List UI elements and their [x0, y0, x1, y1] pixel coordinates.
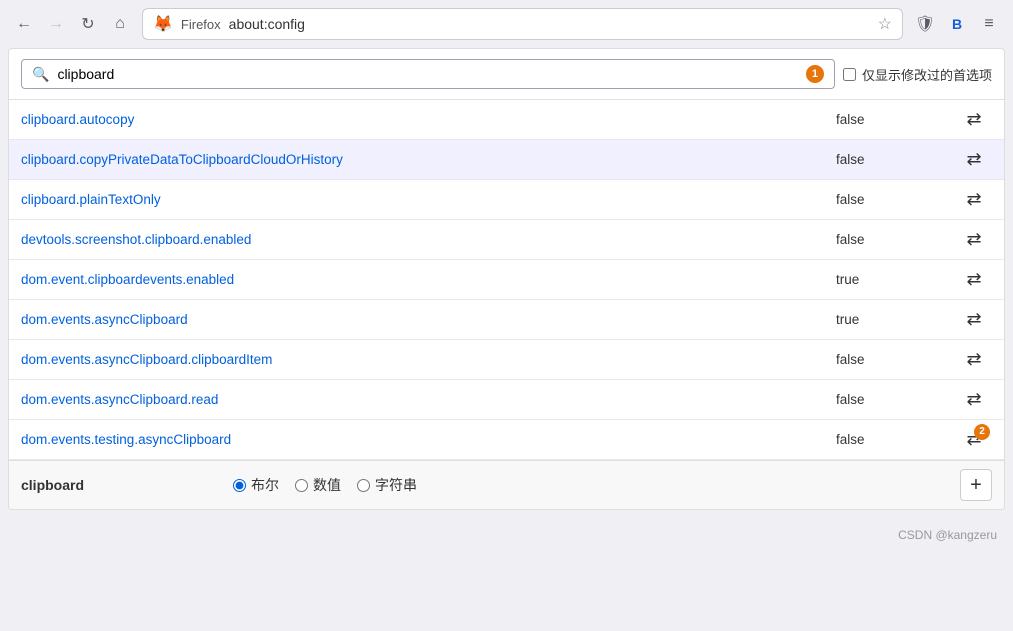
address-bar[interactable]: 🦊 Firefox about:config ☆ — [142, 8, 903, 40]
table-row[interactable]: dom.events.asyncClipboard.read false ⇄ — [9, 380, 1004, 420]
toggle-icon: ⇄ — [966, 229, 981, 250]
watermark-text: CSDN @kangzeru — [898, 528, 997, 542]
pref-value: true — [836, 312, 956, 327]
radio-bool-label: 布尔 — [251, 475, 279, 495]
radio-string[interactable] — [357, 479, 370, 492]
browser-toolbar: ← → ↻ ⌂ 🦊 Firefox about:config ☆ 🛡 B ≡ — [0, 0, 1013, 48]
table-row[interactable]: dom.events.testing.asyncClipboard false … — [9, 420, 1004, 460]
toggle-button[interactable]: ⇄ — [956, 302, 992, 338]
menu-button[interactable]: ≡ — [975, 10, 1003, 38]
table-row[interactable]: dom.event.clipboardevents.enabled true ⇄ — [9, 260, 1004, 300]
radio-number[interactable] — [295, 479, 308, 492]
toggle-button[interactable]: ⇄ — [956, 262, 992, 298]
table-row[interactable]: dom.events.asyncClipboard.clipboardItem … — [9, 340, 1004, 380]
pref-name: clipboard.autocopy — [21, 102, 836, 137]
toggle-button[interactable]: ⇄ — [956, 142, 992, 178]
toggle-icon: ⇄ — [966, 389, 981, 410]
pref-name: clipboard.plainTextOnly — [21, 182, 836, 217]
back-button[interactable]: ← — [10, 10, 38, 38]
filter-checkbox[interactable] — [843, 68, 856, 81]
shield-button[interactable]: 🛡 — [911, 10, 939, 38]
search-input-wrapper: 🔍 1 — [21, 59, 835, 89]
toggle-icon: ⇄ — [966, 349, 981, 370]
page-content: 🔍 1 仅显示修改过的首选项 clipboard.autocopy false … — [8, 48, 1005, 510]
radio-bool[interactable] — [233, 479, 246, 492]
pref-value: false — [836, 352, 956, 367]
table-row[interactable]: devtools.screenshot.clipboard.enabled fa… — [9, 220, 1004, 260]
bitwarden-button[interactable]: B — [943, 10, 971, 38]
pref-value: false — [836, 192, 956, 207]
table-row[interactable]: clipboard.copyPrivateDataToClipboardClou… — [9, 140, 1004, 180]
pref-name: dom.events.asyncClipboard.read — [21, 382, 836, 417]
pref-value: false — [836, 232, 956, 247]
nav-buttons: ← → ↻ ⌂ — [10, 10, 134, 38]
pref-name: dom.event.clipboardevents.enabled — [21, 262, 836, 297]
filter-label[interactable]: 仅显示修改过的首选项 — [862, 65, 992, 84]
toggle-button[interactable]: ⇄ — [956, 382, 992, 418]
add-pref-name-label: clipboard — [21, 477, 221, 493]
pref-value: false — [836, 152, 956, 167]
search-icon: 🔍 — [32, 66, 49, 83]
radio-string-label: 字符串 — [375, 475, 417, 495]
pref-name: dom.events.asyncClipboard — [21, 302, 836, 337]
toggle-button[interactable]: ⇄ — [956, 222, 992, 258]
pref-value: false — [836, 112, 956, 127]
search-input[interactable] — [57, 66, 798, 82]
table-row[interactable]: clipboard.autocopy false ⇄ — [9, 100, 1004, 140]
pref-value: false — [836, 392, 956, 407]
pref-name: clipboard.copyPrivateDataToClipboardClou… — [21, 142, 836, 177]
add-button[interactable]: + — [960, 469, 992, 501]
pref-name: dom.events.testing.asyncClipboard — [21, 422, 836, 457]
toggle-button[interactable]: ⇄ — [956, 342, 992, 378]
search-badge: 1 — [806, 65, 824, 83]
toggle-icon: ⇄ — [966, 149, 981, 170]
toggle-icon: ⇄ — [966, 309, 981, 330]
config-table: clipboard.autocopy false ⇄ clipboard.cop… — [9, 100, 1004, 460]
pref-value: false — [836, 432, 956, 447]
reload-button[interactable]: ↻ — [74, 10, 102, 38]
table-row[interactable]: clipboard.plainTextOnly false ⇄ — [9, 180, 1004, 220]
browser-name-label: Firefox — [181, 17, 221, 32]
filter-checkbox-wrapper: 仅显示修改过的首选项 — [843, 65, 992, 84]
home-button[interactable]: ⌂ — [106, 10, 134, 38]
search-bar: 🔍 1 仅显示修改过的首选项 — [9, 49, 1004, 100]
watermark: CSDN @kangzeru — [0, 518, 1013, 552]
pref-value: true — [836, 272, 956, 287]
radio-option-string[interactable]: 字符串 — [357, 475, 417, 495]
add-pref-bar: clipboard 布尔 数值 字符串 + — [9, 460, 1004, 509]
firefox-logo-icon: 🦊 — [153, 14, 173, 34]
toggle-icon: ⇄ — [966, 269, 981, 290]
radio-option-bool[interactable]: 布尔 — [233, 475, 279, 495]
toggle-icon: ⇄ — [966, 109, 981, 130]
toggle-icon: ⇄ — [966, 189, 981, 210]
pref-name: devtools.screenshot.clipboard.enabled — [21, 222, 836, 257]
toggle-button[interactable]: ⇄ — [956, 182, 992, 218]
toggle-badge: 2 — [974, 424, 990, 440]
radio-group: 布尔 数值 字符串 — [233, 475, 948, 495]
browser-chrome: ← → ↻ ⌂ 🦊 Firefox about:config ☆ 🛡 B ≡ — [0, 0, 1013, 48]
toggle-button[interactable]: ⇄ 2 — [956, 422, 992, 458]
radio-option-number[interactable]: 数值 — [295, 475, 341, 495]
toggle-button[interactable]: ⇄ — [956, 102, 992, 138]
toolbar-icons: 🛡 B ≡ — [911, 10, 1003, 38]
table-row[interactable]: dom.events.asyncClipboard true ⇄ — [9, 300, 1004, 340]
pref-name: dom.events.asyncClipboard.clipboardItem — [21, 342, 836, 377]
forward-button[interactable]: → — [42, 10, 70, 38]
url-text[interactable]: about:config — [229, 16, 870, 32]
bookmark-icon[interactable]: ☆ — [878, 14, 892, 34]
radio-number-label: 数值 — [313, 475, 341, 495]
